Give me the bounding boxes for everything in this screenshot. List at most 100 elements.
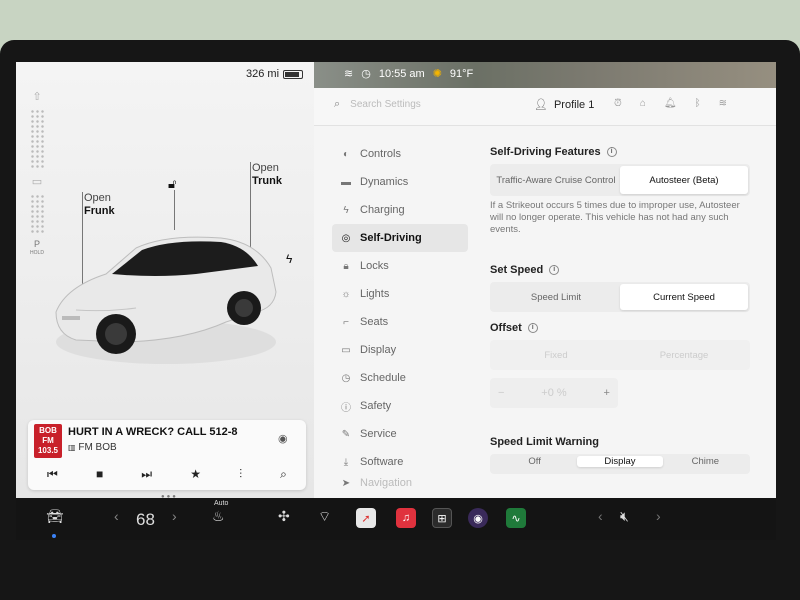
fan-icon[interactable]: ✣ [278, 508, 290, 525]
hold-label: HOLD [30, 250, 44, 256]
option-fixed[interactable]: Fixed [492, 342, 620, 368]
media-player[interactable]: BOB FM 103.5 HURT IN A WRECK? CALL 512-8… [28, 420, 306, 490]
option-traffic-aware-cruise-control[interactable]: Traffic-Aware Cruise Control [492, 166, 620, 194]
radio-icon: ▥ [68, 443, 76, 452]
car-icon[interactable]: 🚘︎ [46, 508, 64, 525]
status-bar: ≋ ◷ 10:55 am ✺ 91°F [314, 62, 776, 88]
offset-stepper: − +0 % + [490, 378, 618, 408]
navigation-app-icon[interactable]: ➚ [356, 508, 376, 528]
unlock-icon[interactable]: 🔓︎ [168, 176, 176, 192]
sidebar-item-schedule[interactable]: ◷ Schedule [332, 364, 468, 392]
stop-icon[interactable]: ■ [96, 467, 103, 481]
sidebar-label: Navigation [360, 477, 412, 489]
navigation-icon: ➤ [341, 477, 351, 489]
temp-up-icon[interactable]: › [172, 508, 177, 524]
music-app-icon[interactable]: ♫ [396, 508, 416, 528]
defrost-icon[interactable]: ⌔ [318, 508, 331, 526]
profile-button[interactable]: 👤︎ Profile 1 [534, 98, 595, 112]
app-launcher-icon[interactable]: ⊞ [432, 508, 452, 528]
safety-icon: ⓘ [341, 402, 351, 414]
option-chime[interactable]: Chime [663, 456, 748, 467]
info-icon[interactable]: i [549, 265, 560, 275]
previous-track-icon[interactable]: ⏮︎ [47, 467, 58, 482]
sidebar-item-software[interactable]: ⤓ Software [332, 448, 468, 476]
sidebar-item-display[interactable]: ▭ Display [332, 336, 468, 364]
sidebar-label: Controls [360, 148, 401, 160]
volume-down-icon[interactable]: ‹ [598, 508, 603, 524]
car-outline-icon: ▭ [31, 176, 43, 188]
logo-text-2: FM [42, 436, 54, 445]
station-name: ▥ FM BOB [68, 442, 117, 453]
logo-text-3: 103.5 [37, 446, 59, 455]
sidebar-item-locks[interactable]: 🔒︎ Locks [332, 252, 468, 280]
sidebar-item-self-driving[interactable]: ◎ Self-Driving [332, 224, 468, 252]
option-autosteer-beta[interactable]: Autosteer (Beta) [620, 166, 748, 194]
option-display[interactable]: Display [577, 456, 663, 467]
trunk-label: Trunk [252, 175, 282, 187]
sidebar-item-charging[interactable]: ϟ Charging [332, 196, 468, 224]
charge-port-icon[interactable]: ϟ [286, 252, 292, 266]
gear-label: P [33, 239, 40, 249]
option-speed-limit[interactable]: Speed Limit [492, 284, 620, 310]
now-playing-title: HURT IN A WRECK? CALL 512-8 [68, 426, 238, 438]
seat-heater-icon[interactable]: ♨ [212, 508, 225, 525]
range-value: 326 mi [246, 68, 280, 80]
active-indicator [52, 534, 56, 538]
wifi-status-icon: ≋ [344, 68, 354, 80]
cabin-temperature[interactable]: 68 [136, 510, 155, 530]
audio-source-icon[interactable]: ◉ [278, 432, 288, 445]
volume-up-icon[interactable]: › [656, 508, 661, 524]
sidebar-item-controls[interactable]: ◐ Controls [332, 140, 468, 168]
lock-icon: 🔒︎ [343, 260, 349, 272]
bluetooth-icon[interactable]: ᛒ [695, 98, 701, 109]
sidebar-item-safety[interactable]: ⓘ Safety [332, 392, 468, 420]
settings-sidebar: ◐ Controls ▬ Dynamics ϟ Charging ◎ Self-… [332, 140, 468, 490]
self-driving-features-selector: Traffic-Aware Cruise Control Autosteer (… [490, 164, 750, 196]
bolt-icon: ϟ [343, 204, 349, 216]
alarm-icon[interactable]: ⏰︎ [614, 98, 622, 109]
seat-heat-auto-label: Auto [214, 500, 229, 507]
sidebar-item-service[interactable]: ✎ Service [332, 420, 468, 448]
wifi-icon[interactable]: ≋ [719, 98, 727, 109]
equalizer-icon[interactable]: ⫶ [239, 467, 242, 482]
wrench-icon: ✎ [341, 428, 351, 440]
sidebar-item-dynamics[interactable]: ▬ Dynamics [332, 168, 468, 196]
open-trunk-button[interactable]: Open Trunk [252, 162, 282, 188]
search-settings-input[interactable]: ⌕ Search Settings [334, 98, 421, 111]
clock-icon: ◷ [361, 68, 371, 80]
temp-down-icon[interactable]: ‹ [114, 508, 119, 524]
set-speed-selector: Speed Limit Current Speed [490, 282, 750, 312]
status-items: ≋ ◷ 10:55 am ✺ 91°F [344, 67, 474, 81]
outside-temperature: 91°F [449, 67, 474, 80]
decrement-button[interactable]: − [498, 387, 504, 399]
info-icon[interactable]: i [527, 323, 538, 333]
next-track-icon[interactable]: ⏭︎ [141, 467, 152, 482]
sidebar-label: Lights [360, 288, 390, 300]
home-icon[interactable]: ⌂ [640, 98, 646, 109]
favorite-star-icon[interactable]: ★ [190, 467, 201, 481]
mute-icon[interactable]: 🔇︎ [620, 508, 629, 525]
sidebar-item-seats[interactable]: ⌐ Seats [332, 308, 468, 336]
offset-heading: Offset i [490, 322, 758, 334]
camera-app-icon[interactable]: ◉ [468, 508, 488, 528]
option-current-speed[interactable]: Current Speed [620, 284, 748, 310]
search-icon[interactable]: ⌕ [280, 467, 287, 482]
option-off[interactable]: Off [492, 456, 577, 467]
bell-icon[interactable]: 🔔︎ [664, 98, 677, 109]
clock-icon: ◷ [341, 372, 351, 384]
section-title-text: Offset [490, 322, 522, 334]
download-icon: ⤓ [343, 456, 349, 468]
sidebar-label: Service [360, 428, 397, 440]
profile-name: Profile 1 [553, 98, 595, 111]
info-icon[interactable]: i [606, 147, 617, 157]
drive-dots-lower [30, 194, 44, 234]
sidebar-item-lights[interactable]: ☼ Lights [332, 280, 468, 308]
increment-button[interactable]: + [604, 387, 610, 399]
sidebar-item-navigation[interactable]: ➤ Navigation [332, 476, 468, 490]
person-icon: 👤︎ [534, 99, 548, 111]
seat-icon: ⌐ [343, 316, 349, 328]
drive-dots [30, 109, 44, 169]
energy-app-icon[interactable]: ∿ [506, 508, 526, 528]
option-percentage[interactable]: Percentage [620, 342, 748, 368]
car-model-image [55, 236, 277, 364]
